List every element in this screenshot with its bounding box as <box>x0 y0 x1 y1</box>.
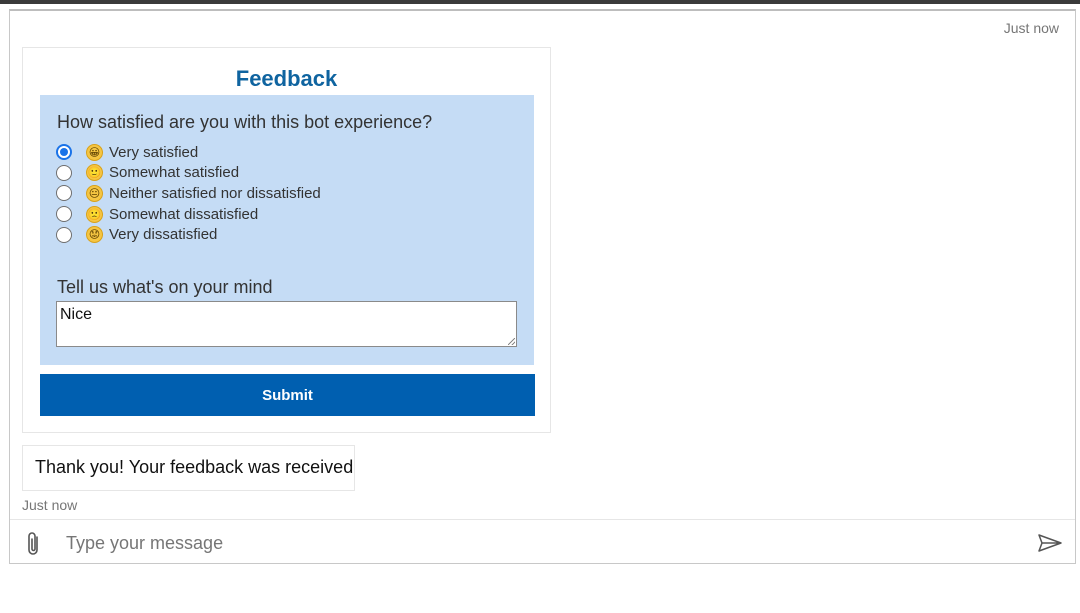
window-top-border <box>0 0 1080 4</box>
option-label: Neither satisfied nor dissatisfied <box>109 184 321 202</box>
send-icon[interactable] <box>1038 533 1062 553</box>
message-input[interactable] <box>66 532 966 554</box>
comment-label: Tell us what's on your mind <box>57 277 273 297</box>
comment-value: Nice <box>60 306 93 323</box>
radio-neutral[interactable] <box>56 185 72 202</box>
slightly-smiling-face-icon: 🙂 <box>86 164 103 182</box>
comment-textarea[interactable]: Nice <box>56 301 517 347</box>
radio-somewhat-dissatisfied[interactable] <box>56 206 72 223</box>
slightly-frowning-face-icon: 🙁 <box>86 205 103 223</box>
option-very-satisfied[interactable]: 😀 Very satisfied <box>56 142 321 163</box>
message-composer <box>10 519 1075 565</box>
radio-somewhat-satisfied[interactable] <box>56 164 72 181</box>
option-somewhat-dissatisfied[interactable]: 🙁 Somewhat dissatisfied <box>56 204 321 225</box>
option-label: Somewhat satisfied <box>109 164 240 182</box>
satisfaction-options: 😀 Very satisfied 🙂 Somewhat satisfied 😐 … <box>56 142 321 245</box>
option-very-dissatisfied[interactable]: 😟 Very dissatisfied <box>56 224 321 245</box>
feedback-title: Feedback <box>235 66 338 91</box>
radio-very-dissatisfied[interactable] <box>56 226 72 243</box>
option-label: Somewhat dissatisfied <box>109 205 259 223</box>
neutral-face-icon: 😐 <box>86 184 103 202</box>
feedback-card: Feedback How satisfied are you with this… <box>22 47 551 433</box>
satisfaction-question: How satisfied are you with this bot expe… <box>57 112 433 132</box>
option-neutral[interactable]: 😐 Neither satisfied nor dissatisfied <box>56 183 321 204</box>
chat-window: Just now Feedback How satisfied are you … <box>9 9 1076 564</box>
resize-handle-icon[interactable] <box>508 338 515 345</box>
submit-button[interactable]: Submit <box>40 374 535 416</box>
bot-message-bubble: Thank you! Your feedback was received <box>22 445 355 491</box>
feedback-panel: How satisfied are you with this bot expe… <box>40 95 534 365</box>
worried-face-icon: 😟 <box>86 226 103 244</box>
bot-message-timestamp: Just now <box>22 497 78 513</box>
message-timestamp: Just now <box>1003 20 1059 36</box>
option-label: Very satisfied <box>109 143 199 161</box>
option-somewhat-satisfied[interactable]: 🙂 Somewhat satisfied <box>56 163 321 184</box>
option-label: Very dissatisfied <box>109 226 218 244</box>
paperclip-icon[interactable] <box>24 531 44 557</box>
radio-very-satisfied[interactable] <box>56 144 72 161</box>
grinning-face-icon: 😀 <box>86 143 103 161</box>
